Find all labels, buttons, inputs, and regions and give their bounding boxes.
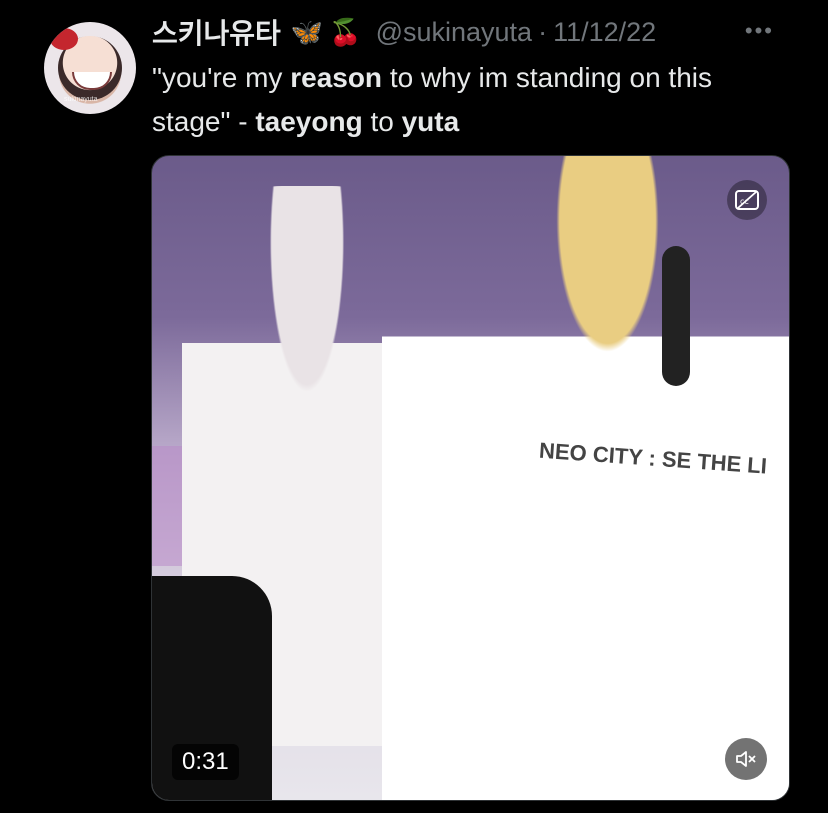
user-handle[interactable]: @sukinayuta bbox=[376, 17, 533, 48]
tweet-date[interactable]: 11/12/22 bbox=[553, 17, 656, 48]
separator-dot: · bbox=[538, 16, 548, 47]
avatar-hat bbox=[50, 28, 78, 50]
tweet-text-bold: taeyong bbox=[255, 106, 363, 137]
mute-glyph bbox=[736, 751, 756, 767]
tweet-text-bold: reason bbox=[290, 62, 383, 93]
captions-glyph: cc bbox=[735, 190, 759, 210]
butterfly-emoji: 🦋 bbox=[290, 16, 324, 47]
display-name[interactable]: 스키나유타 bbox=[152, 12, 281, 52]
shirt-print: NEO CITY : SE THE LI bbox=[538, 437, 768, 479]
tweet-header: 스키나유타 🦋 🍒 @sukinayuta · 11/12/22 bbox=[152, 12, 828, 52]
video-duration: 0:31 bbox=[172, 744, 239, 780]
avatar[interactable]: sukinayuta bbox=[44, 22, 136, 114]
cherry-emoji: 🍒 bbox=[329, 16, 362, 47]
tweet-text-bold: yuta bbox=[401, 106, 460, 137]
avatar-watermark: sukinayuta bbox=[64, 96, 98, 103]
tweet-text: "you're my reason to why im standing on … bbox=[152, 56, 792, 144]
closed-captions-icon[interactable]: cc bbox=[727, 180, 767, 220]
video-player[interactable]: CT NEO CITY : SE THE LI sknyt cc 0:31 bbox=[151, 155, 790, 801]
tweet-text-part: "you're my bbox=[152, 62, 291, 93]
microphone bbox=[662, 246, 690, 386]
tweet-text-part: to bbox=[362, 106, 402, 137]
more-options-icon[interactable]: ••• bbox=[745, 18, 774, 44]
video-watermark: sknyt bbox=[407, 596, 486, 629]
speaker-muted-icon[interactable] bbox=[725, 738, 767, 780]
